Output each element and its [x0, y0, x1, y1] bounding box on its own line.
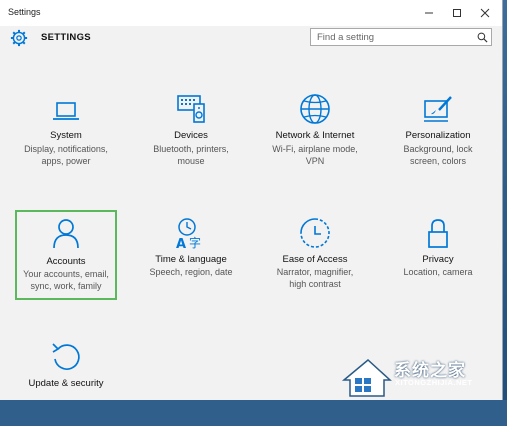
- tile-ease-of-access[interactable]: Ease of Access Narrator, magnifier, high…: [264, 212, 366, 302]
- tile-name: Network & Internet: [275, 130, 355, 141]
- tile-description: sync, work, family: [30, 281, 102, 291]
- tile-update-security[interactable]: Update & security: [15, 336, 117, 426]
- search-icon[interactable]: [477, 32, 488, 43]
- tile-name: Time & language: [155, 254, 227, 265]
- svg-text:A: A: [176, 237, 186, 250]
- tile-personalization[interactable]: Personalization Background, lock screen,…: [387, 88, 489, 178]
- refresh-icon: [52, 343, 80, 370]
- person-icon: [53, 219, 79, 249]
- tile-accounts[interactable]: Accounts Your accounts, email, sync, wor…: [15, 210, 117, 300]
- tile-description: Background, lock: [403, 144, 473, 154]
- tile-name: Ease of Access: [282, 254, 348, 265]
- time-language-icon: A 字: [176, 218, 201, 250]
- tile-name: Accounts: [46, 256, 86, 267]
- search-input[interactable]: [310, 28, 492, 46]
- tile-description: VPN: [305, 156, 325, 166]
- tile-description: screen, colors: [409, 156, 467, 166]
- tile-privacy[interactable]: Privacy Location, camera: [387, 212, 489, 302]
- globe-icon: [300, 94, 330, 124]
- minimize-icon: [425, 12, 433, 14]
- window-title: Settings: [8, 7, 41, 17]
- maximize-button[interactable]: [442, 0, 472, 26]
- tile-description: Location, camera: [403, 267, 473, 277]
- minimize-button[interactable]: [414, 0, 444, 26]
- paintbrush-icon: [424, 96, 452, 122]
- gear-icon: [10, 29, 28, 47]
- lock-icon: [428, 219, 448, 248]
- tile-name: System: [50, 130, 82, 141]
- tile-description: high contrast: [289, 279, 341, 289]
- settings-header: SETTINGS: [0, 26, 502, 52]
- ease-of-access-icon: [300, 218, 330, 248]
- tile-description: Your accounts, email,: [23, 269, 109, 279]
- maximize-icon: [453, 9, 461, 17]
- tile-description: Display, notifications,: [24, 144, 108, 154]
- tile-network-internet[interactable]: Network & Internet Wi-Fi, airplane mode,…: [264, 88, 366, 178]
- page-title: SETTINGS: [41, 32, 91, 43]
- tile-description: Speech, region, date: [149, 267, 233, 277]
- watermark-url: XITONGZHIJIA.NET: [395, 378, 473, 387]
- tile-name: Devices: [174, 130, 208, 141]
- devices-icon: [177, 95, 205, 123]
- tile-devices[interactable]: Devices Bluetooth, printers, mouse: [140, 88, 242, 178]
- tile-description: Narrator, magnifier,: [276, 267, 354, 277]
- tile-description: Wi-Fi, airplane mode,: [272, 144, 358, 154]
- watermark-logo: 系统之家 XITONGZHIJIA.NET: [338, 350, 507, 400]
- tile-description: mouse: [177, 156, 205, 166]
- settings-window: Settings SETTINGS Find a setting System …: [0, 0, 503, 400]
- title-bar: Settings: [0, 0, 502, 26]
- tile-system[interactable]: System Display, notifications, apps, pow…: [15, 88, 117, 178]
- close-button[interactable]: [470, 0, 500, 26]
- tile-description: apps, power: [41, 156, 91, 166]
- close-icon: [480, 8, 490, 18]
- laptop-icon: [53, 102, 79, 120]
- tile-description: Bluetooth, printers,: [153, 144, 229, 154]
- tile-name: Privacy: [422, 254, 454, 265]
- tile-time-language[interactable]: A 字 Time & language Speech, region, date: [140, 212, 242, 302]
- tile-name: Update & security: [28, 378, 104, 389]
- tile-name: Personalization: [405, 130, 471, 141]
- svg-text:字: 字: [189, 235, 201, 250]
